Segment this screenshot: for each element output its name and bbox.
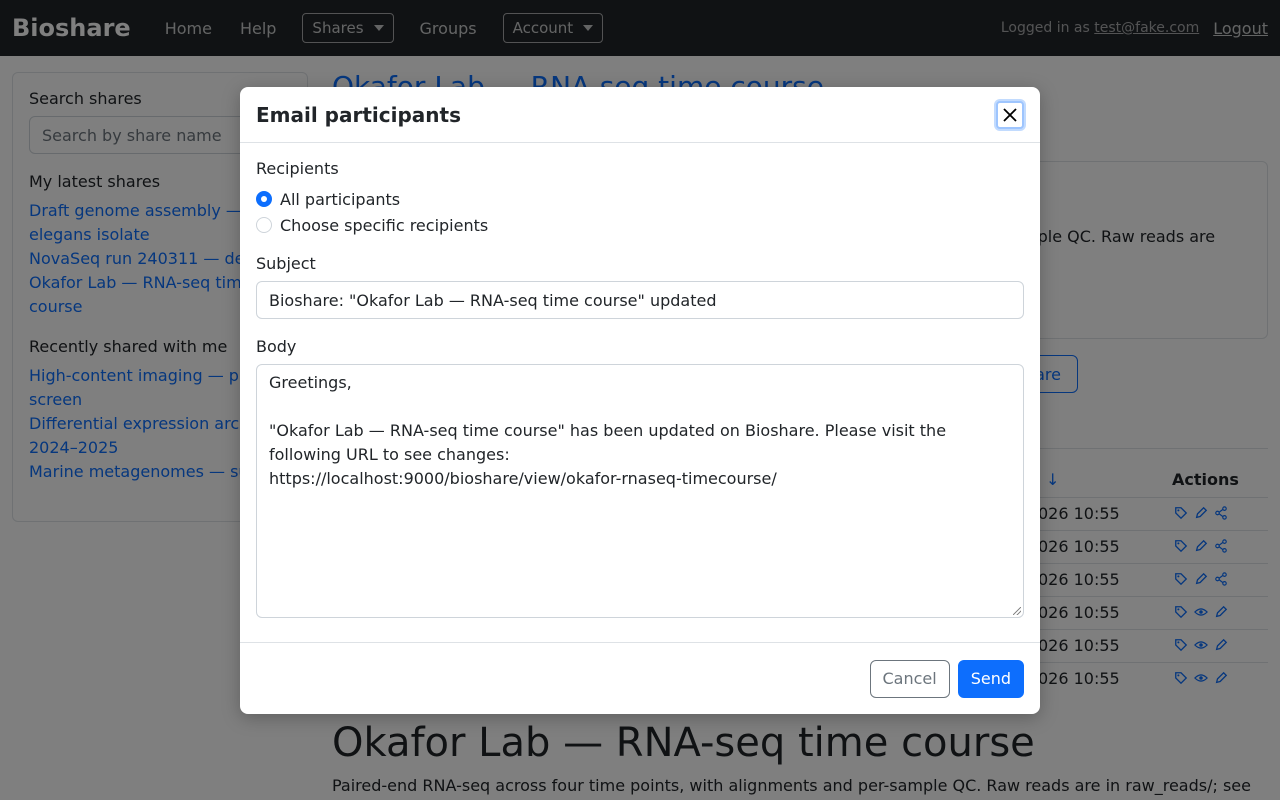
radio-specific-recipients[interactable]: Choose specific recipients [256, 212, 1024, 238]
radio-button[interactable] [256, 217, 272, 233]
body-textarea[interactable]: Greetings, "Okafor Lab — RNA-seq time co… [256, 364, 1024, 618]
close-icon [1003, 107, 1017, 122]
recipients-label: Recipients [256, 159, 339, 178]
cancel-button[interactable]: Cancel [869, 659, 950, 698]
radio-label-specific: Choose specific recipients [280, 215, 489, 235]
radio-button-checked[interactable] [256, 191, 272, 207]
radio-all-participants[interactable]: All participants [256, 186, 1024, 212]
send-button[interactable]: Send [957, 659, 1024, 698]
modal-footer: Cancel Send [240, 642, 1040, 714]
radio-label-all: All participants [280, 189, 401, 209]
resize-grip-icon[interactable] [1013, 607, 1021, 615]
subject-input[interactable]: Bioshare: "Okafor Lab — RNA-seq time cou… [256, 281, 1024, 319]
modal-header: Email participants [240, 87, 1040, 143]
modal-title: Email participants [256, 102, 461, 127]
modal-body: Recipients All participants Choose speci… [240, 143, 1040, 634]
body-label: Body [256, 337, 297, 356]
close-button[interactable] [996, 100, 1024, 129]
subject-label: Subject [256, 254, 316, 273]
body-text: Greetings, "Okafor Lab — RNA-seq time co… [269, 373, 947, 488]
email-modal: Email participants Recipients All partic… [240, 87, 1040, 714]
